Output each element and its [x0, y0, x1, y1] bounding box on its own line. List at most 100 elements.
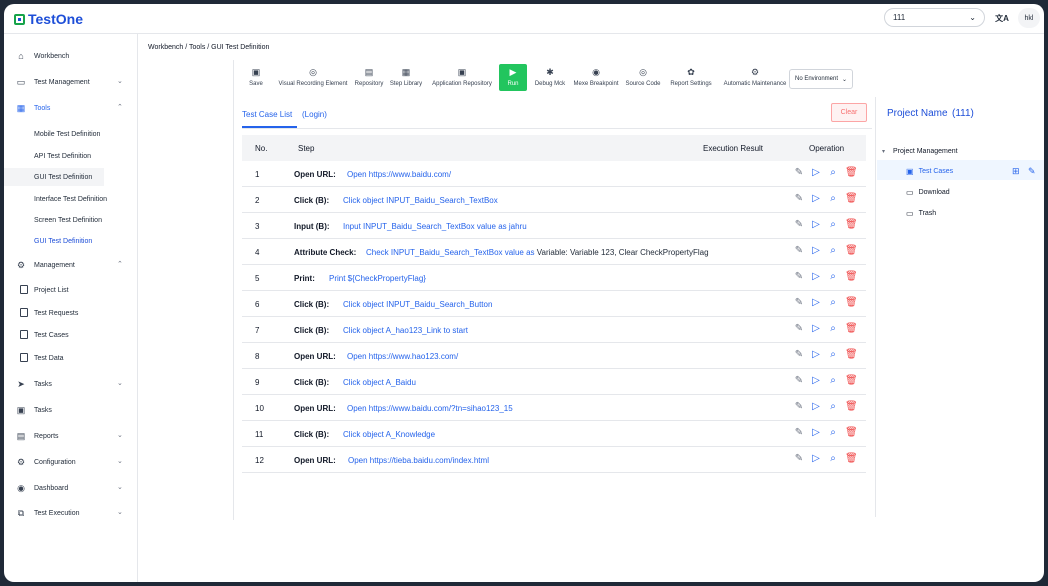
table-row[interactable]: 5 Print: Print ${CheckPropertyFlag} ✎ ▷ ⌕ 🗑 [242, 265, 866, 291]
edit-icon[interactable]: ✎ [793, 427, 805, 439]
edit-icon[interactable]: ✎ [793, 297, 805, 309]
user-avatar[interactable]: hkl [1018, 8, 1040, 28]
sidebar-item-dashboard[interactable]: ◉ Dashboard ⌄ [4, 478, 138, 498]
project-select[interactable]: 111 ⌄ [884, 8, 985, 27]
sidebar-item-gui-test[interactable]: GUI Test Definition [4, 168, 104, 186]
play-icon[interactable]: ▷ [810, 193, 822, 205]
edit-icon[interactable]: ✎ [793, 453, 805, 465]
delete-icon[interactable]: 🗑 [845, 297, 858, 309]
edit-icon[interactable]: ✎ [793, 193, 805, 205]
report-settings-button[interactable]: ✿ Report Settings [668, 64, 714, 94]
edit-icon[interactable]: ✎ [793, 323, 805, 335]
tree-item-download[interactable]: ▭ Download [906, 183, 1026, 201]
breakpoint-button[interactable]: ◉ Mexe Breakpoint [570, 64, 622, 94]
step-description[interactable]: Click object INPUT_Baidu_Search_Button [343, 300, 492, 309]
play-icon[interactable]: ▷ [810, 453, 822, 465]
table-row[interactable]: 4 Attribute Check: Check INPUT_Baidu_Searc… [242, 239, 866, 265]
play-icon[interactable]: ▷ [810, 375, 822, 387]
delete-icon[interactable]: 🗑 [845, 427, 858, 439]
search-icon[interactable]: ⌕ [827, 427, 839, 439]
play-icon[interactable]: ▷ [810, 297, 822, 309]
visual-recording-button[interactable]: ◎ Visual Recording Element [278, 64, 348, 94]
sidebar-item-test-data[interactable]: Test Data [4, 349, 138, 367]
step-description[interactable]: Open https://tieba.baidu.com/index.html [348, 456, 489, 465]
step-description[interactable]: Click object A_Knowledge [343, 430, 435, 439]
sidebar-item-reports[interactable]: ▤ Reports ⌄ [4, 426, 138, 446]
automatic-maintenance-button[interactable]: ⚙ Automatic Maintenance [722, 64, 788, 94]
table-row[interactable]: 12 Open URL: Open https://tieba.baidu.com/… [242, 447, 866, 473]
source-code-button[interactable]: ◎ Source Code [624, 64, 662, 94]
add-icon[interactable]: ⊞ [1012, 166, 1020, 177]
search-icon[interactable]: ⌕ [827, 323, 839, 335]
sidebar-item-api-test[interactable]: API Test Definition [4, 147, 138, 165]
step-description[interactable]: Print ${CheckPropertyFlag} [329, 274, 426, 283]
step-description[interactable]: Open https://www.baidu.com/ [347, 170, 451, 179]
search-icon[interactable]: ⌕ [827, 375, 839, 387]
sidebar-item-test-cases[interactable]: Test Cases [4, 326, 138, 344]
search-icon[interactable]: ⌕ [827, 219, 839, 231]
tree-root[interactable]: ▾ Project Management [882, 142, 1032, 160]
play-icon[interactable]: ▷ [810, 427, 822, 439]
search-icon[interactable]: ⌕ [827, 297, 839, 309]
step-description[interactable]: Click object A_Baidu [343, 378, 416, 387]
edit-icon[interactable]: ✎ [793, 375, 805, 387]
step-description[interactable]: Open https://www.hao123.com/ [347, 352, 458, 361]
sidebar-item-interface-test[interactable]: Interface Test Definition [4, 190, 138, 208]
edit-icon[interactable]: ✎ [1028, 166, 1036, 177]
step-description[interactable]: Input INPUT_Baidu_Search_TextBox value a… [343, 222, 527, 231]
tab-test-case-list[interactable]: Test Case List [242, 110, 292, 119]
play-icon[interactable]: ▷ [810, 245, 822, 257]
table-row[interactable]: 1 Open URL: Open https://www.baidu.com/ ✎ ▷ ⌕… [242, 161, 866, 187]
language-icon[interactable]: 文A [994, 10, 1010, 26]
sidebar-item-screen-test[interactable]: Screen Test Definition [4, 211, 138, 229]
app-logo[interactable]: TestOne [14, 11, 83, 27]
tree-item-test-cases[interactable]: ▣ Test Cases ⊞ ✎ [906, 162, 1041, 180]
sidebar-item-test-management[interactable]: ▭ Test Management ⌄ [4, 72, 138, 92]
table-row[interactable]: 9 Click (B): Click object A_Baidu ✎ ▷ ⌕ 🗑 [242, 369, 866, 395]
sidebar-item-workbench[interactable]: ⌂ Workbench [4, 46, 138, 66]
sidebar-item-project-list[interactable]: Project List [4, 281, 138, 299]
search-icon[interactable]: ⌕ [827, 401, 839, 413]
delete-icon[interactable]: 🗑 [845, 323, 858, 335]
delete-icon[interactable]: 🗑 [845, 349, 858, 361]
delete-icon[interactable]: 🗑 [845, 193, 858, 205]
step-description[interactable]: Click object INPUT_Baidu_Search_TextBox [343, 196, 498, 205]
clear-button[interactable]: Clear [831, 103, 867, 122]
delete-icon[interactable]: 🗑 [845, 375, 858, 387]
play-icon[interactable]: ▷ [810, 167, 822, 179]
play-icon[interactable]: ▷ [810, 323, 822, 335]
sidebar-item-gui-test-active[interactable]: GUI Test Definition [4, 232, 138, 250]
step-description[interactable]: Check INPUT_Baidu_Search_TextBox value a… [366, 248, 709, 257]
sidebar-item-test-execution[interactable]: ⧉ Test Execution ⌄ [4, 503, 138, 523]
sidebar-item-configuration[interactable]: ⚙ Configuration ⌄ [4, 452, 138, 472]
save-button[interactable]: ▣ Save [244, 64, 268, 94]
sidebar-item-tasks[interactable]: ▣ Tasks [4, 400, 138, 420]
delete-icon[interactable]: 🗑 [845, 453, 858, 465]
table-row[interactable]: 8 Open URL: Open https://www.hao123.com/ ✎ ▷… [242, 343, 866, 369]
search-icon[interactable]: ⌕ [827, 193, 839, 205]
tab-login[interactable]: (Login) [302, 110, 327, 119]
search-icon[interactable]: ⌕ [827, 245, 839, 257]
step-description[interactable]: Open https://www.baidu.com/?tn=sihao123_… [347, 404, 513, 413]
sidebar-item-mobile-test[interactable]: Mobile Test Definition [4, 125, 138, 143]
search-icon[interactable]: ⌕ [827, 349, 839, 361]
table-row[interactable]: 11 Click (B): Click object A_Knowledge ✎ ▷ ⌕ 🗑 [242, 421, 866, 447]
search-icon[interactable]: ⌕ [827, 453, 839, 465]
delete-icon[interactable]: 🗑 [845, 245, 858, 257]
edit-icon[interactable]: ✎ [793, 219, 805, 231]
run-button[interactable]: ▶ Run [499, 64, 527, 91]
search-icon[interactable]: ⌕ [827, 167, 839, 179]
play-icon[interactable]: ▷ [810, 349, 822, 361]
sidebar-item-tasks-group[interactable]: ➤ Tasks ⌄ [4, 374, 138, 394]
application-repository-button[interactable]: ▣ Application Repository [430, 64, 494, 94]
search-icon[interactable]: ⌕ [827, 271, 839, 283]
delete-icon[interactable]: 🗑 [845, 219, 858, 231]
environment-select[interactable]: No Environment ⌄ [789, 69, 853, 89]
table-row[interactable]: 6 Click (B): Click object INPUT_Baidu_Sear… [242, 291, 866, 317]
sidebar-item-test-requests[interactable]: Test Requests [4, 304, 138, 322]
sidebar-item-tools[interactable]: ▦ Tools ⌃ [4, 98, 138, 118]
edit-icon[interactable]: ✎ [793, 271, 805, 283]
play-icon[interactable]: ▷ [810, 271, 822, 283]
table-row[interactable]: 10 Open URL: Open https://www.baidu.com/?t… [242, 395, 866, 421]
delete-icon[interactable]: 🗑 [845, 271, 858, 283]
